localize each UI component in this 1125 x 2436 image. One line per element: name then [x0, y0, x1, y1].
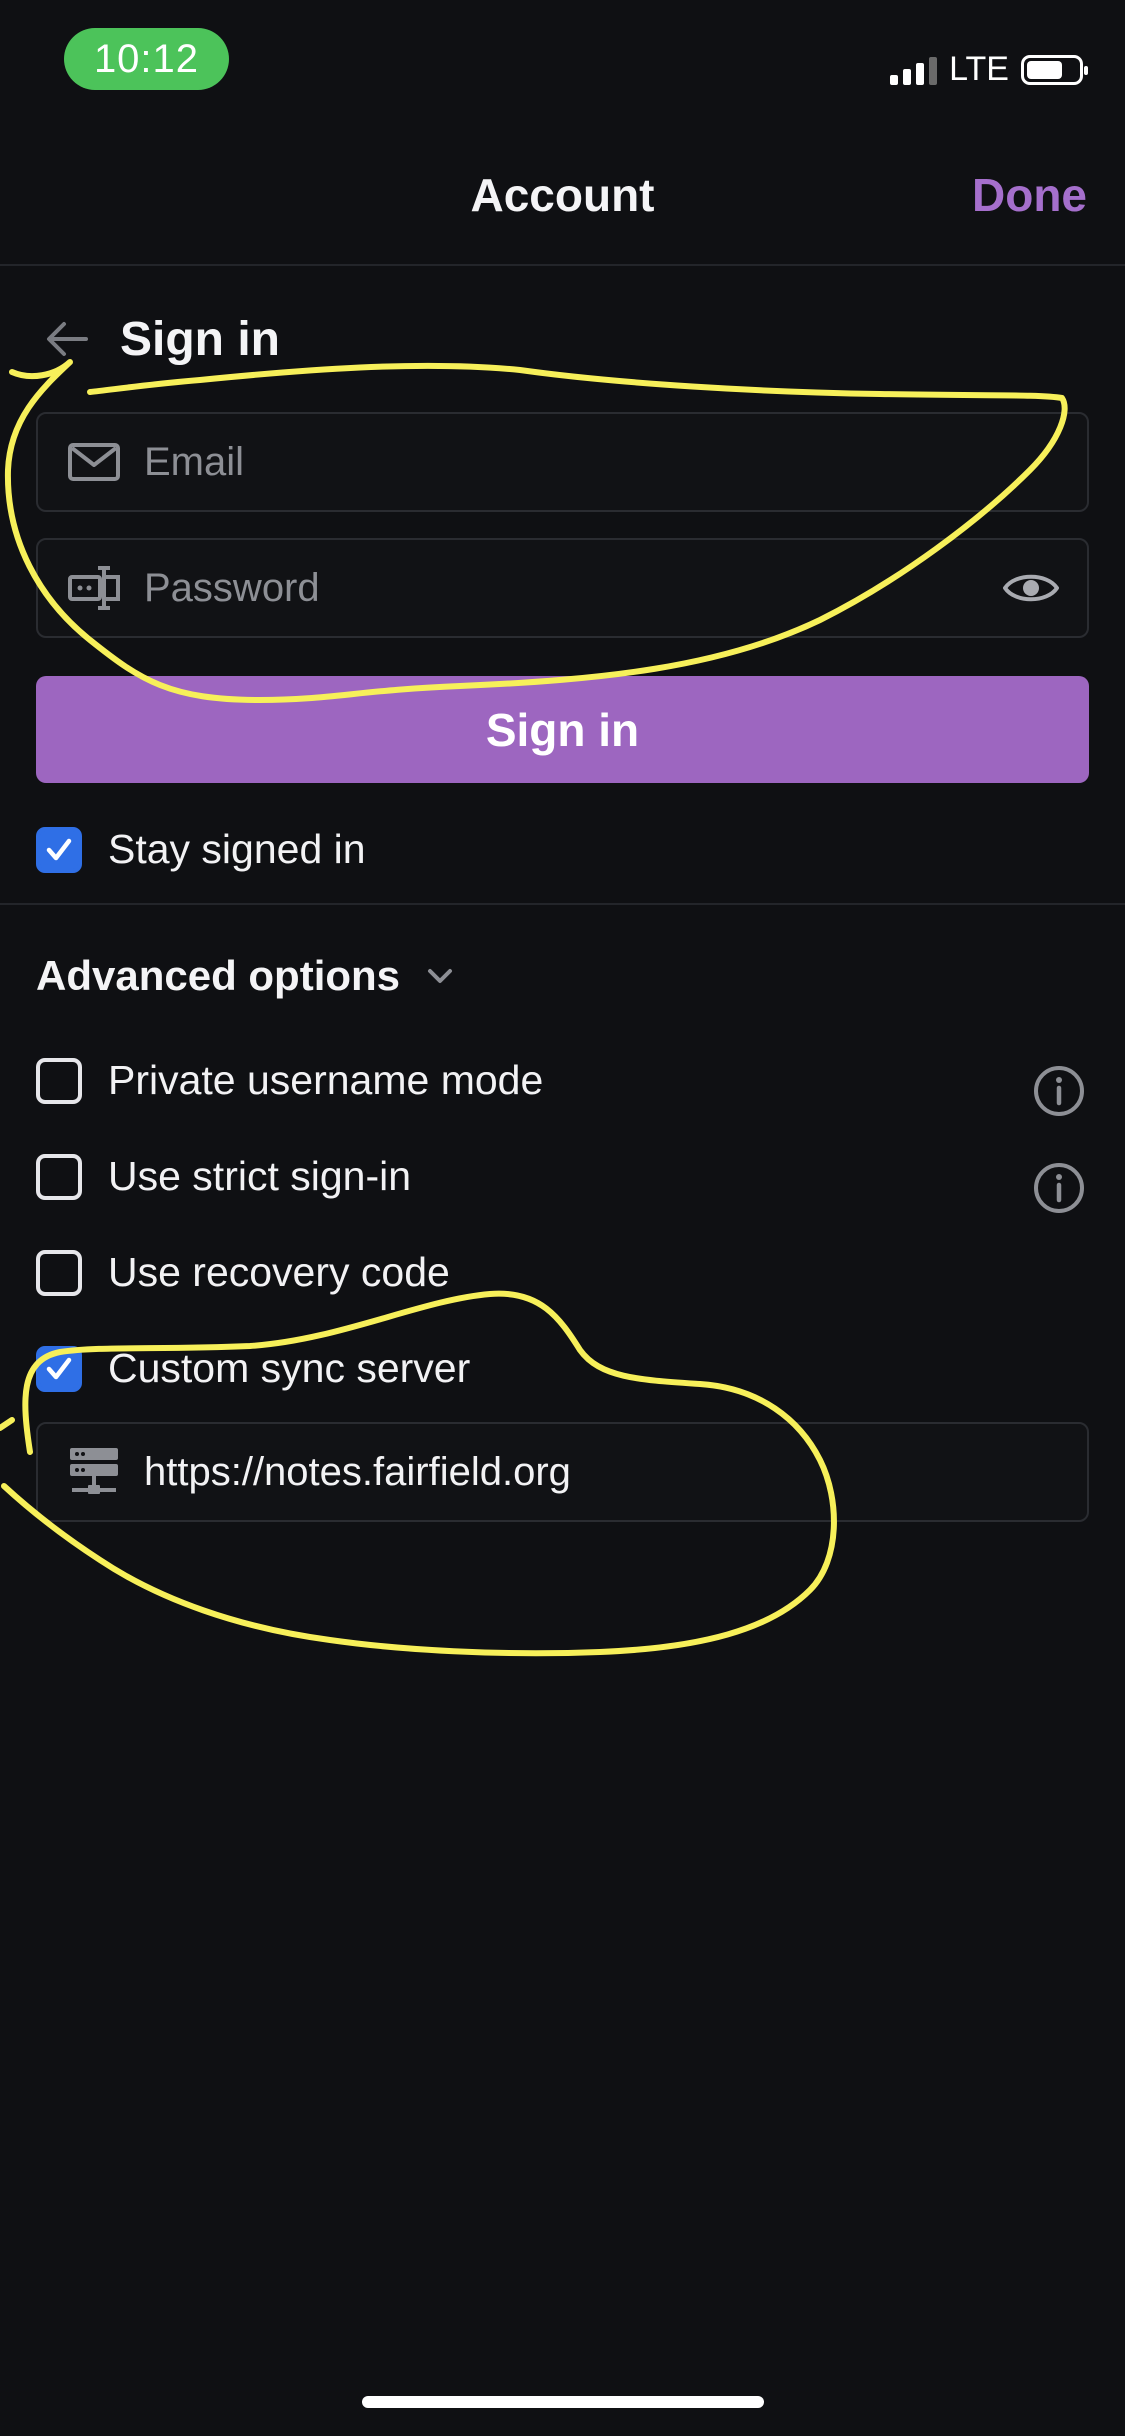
- strict-sign-in-checkbox[interactable]: [36, 1153, 82, 1200]
- password-field[interactable]: Password: [36, 538, 1089, 638]
- checkmark-icon: [46, 838, 72, 860]
- private-username-checkbox[interactable]: [36, 1057, 82, 1104]
- email-field[interactable]: Email: [36, 412, 1089, 512]
- strict-sign-in-label: Use strict sign-in: [108, 1153, 412, 1199]
- status-indicators: LTE: [890, 50, 1088, 89]
- strict-sign-in-row[interactable]: Use strict sign-in: [36, 1153, 411, 1200]
- password-icon: [68, 566, 120, 610]
- custom-sync-server-row[interactable]: Custom sync server: [36, 1345, 470, 1392]
- sign-in-button[interactable]: Sign in: [36, 676, 1089, 783]
- back-arrow-icon[interactable]: [40, 312, 94, 366]
- eye-icon[interactable]: [1001, 558, 1061, 618]
- status-time: 10:12: [64, 28, 229, 90]
- mail-icon: [68, 443, 120, 481]
- custom-sync-server-label: Custom sync server: [108, 1345, 471, 1391]
- page-title: Account: [470, 169, 655, 221]
- info-icon[interactable]: [1031, 1160, 1087, 1216]
- chevron-down-icon: [428, 969, 453, 983]
- stay-signed-in-row[interactable]: Stay signed in: [36, 826, 366, 873]
- recovery-code-checkbox[interactable]: [36, 1249, 82, 1296]
- server-icon: [70, 1448, 118, 1494]
- recovery-code-row[interactable]: Use recovery code: [36, 1249, 450, 1296]
- nav-divider: [0, 264, 1125, 266]
- password-placeholder: Password: [144, 565, 320, 610]
- network-type: LTE: [949, 50, 1009, 88]
- recovery-code-label: Use recovery code: [108, 1249, 450, 1295]
- advanced-options-toggle[interactable]: Advanced options: [36, 952, 458, 1000]
- custom-sync-server-checkbox[interactable]: [36, 1345, 82, 1392]
- stay-signed-in-label: Stay signed in: [108, 826, 366, 872]
- sync-server-url: https://notes.fairfield.org: [144, 1449, 571, 1494]
- private-username-row[interactable]: Private username mode: [36, 1057, 543, 1104]
- email-placeholder: Email: [144, 439, 245, 484]
- stay-signed-in-checkbox[interactable]: [36, 826, 82, 873]
- done-button[interactable]: Done: [972, 168, 1087, 222]
- info-icon[interactable]: [1031, 1063, 1087, 1119]
- battery-icon: [1021, 54, 1088, 85]
- home-indicator: [362, 2396, 764, 2408]
- sign-in-title: Sign in: [120, 313, 280, 366]
- advanced-options-title: Advanced options: [36, 952, 401, 999]
- signal-icon: [890, 55, 938, 85]
- checkmark-icon: [46, 1357, 72, 1379]
- private-username-label: Private username mode: [108, 1057, 544, 1103]
- sync-server-field[interactable]: https://notes.fairfield.org: [36, 1422, 1089, 1522]
- section-divider: [0, 903, 1125, 905]
